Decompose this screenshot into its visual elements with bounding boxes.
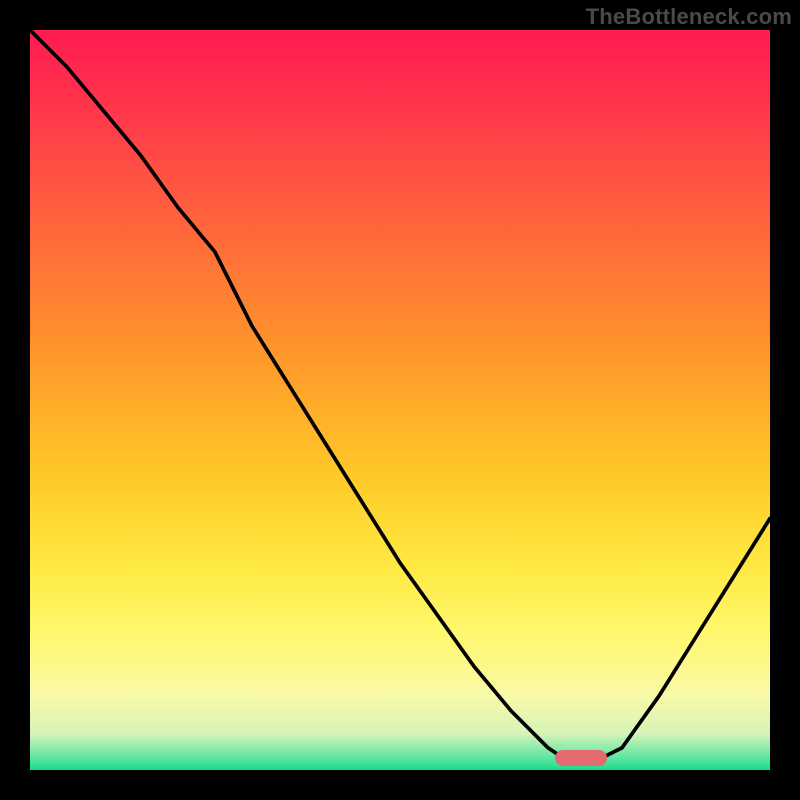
chart-frame: TheBottleneck.com <box>0 0 800 800</box>
plot-area <box>30 30 770 770</box>
attribution-text: TheBottleneck.com <box>586 4 792 30</box>
background-gradient <box>30 30 770 770</box>
